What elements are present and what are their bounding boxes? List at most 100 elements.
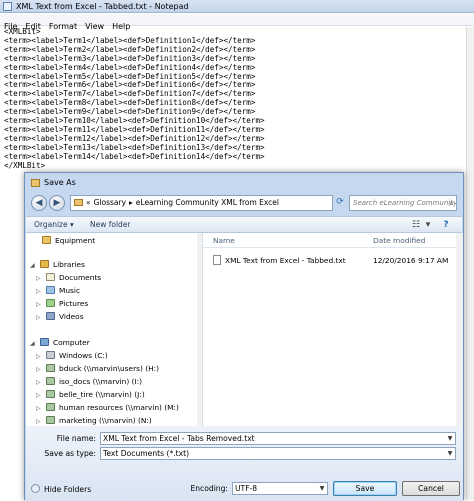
text-line: </XMLBit> [4, 160, 46, 170]
network-drive-icon [46, 390, 55, 398]
expand-icon[interactable]: ▷ [36, 311, 44, 324]
encoding-label: Encoding: [190, 484, 228, 493]
tree-item-label: Documents [59, 273, 102, 282]
chevron-down-icon[interactable]: ▼ [317, 483, 327, 494]
navigation-pane: Equipment ◢ Libraries ▷ Documents ▷ Music ▷… [26, 233, 203, 426]
column-headers: Name Date modified [203, 233, 462, 248]
organize-button[interactable]: Organize ▾ [34, 218, 74, 232]
file-name-label: File name: [56, 434, 96, 443]
tree-item-label: belle_tire (\\marvin) (J:) [59, 390, 145, 399]
save-as-dialog: Save As ◀ ▶ «Glossary ▸ eLearning Communit… [24, 172, 464, 501]
column-header-name[interactable]: Name [213, 235, 235, 246]
drive-icon [46, 351, 55, 359]
chevron-down-icon[interactable]: ▼ [445, 448, 455, 459]
file-name: XML Text from Excel - Tabbed.txt [225, 256, 346, 265]
save-as-type-select[interactable]: Text Documents (*.txt) ▼ [100, 447, 456, 460]
notepad-menu-bar: File Edit Format View Help [0, 14, 474, 31]
chevron-down-icon[interactable]: ▼ [445, 433, 455, 444]
hide-folders-label: Hide Folders [44, 485, 92, 494]
file-row[interactable]: XML Text from Excel - Tabbed.txt 12/20/2… [213, 254, 453, 268]
documents-icon [46, 273, 55, 281]
hide-folders-button[interactable]: Hide Folders [31, 484, 91, 496]
tree-item-belle-tire-drive[interactable]: ▷ belle_tire (\\marvin) (J:) [36, 388, 145, 401]
tree-item-music[interactable]: ▷ Music [36, 284, 80, 297]
tree-item-human-resources-drive[interactable]: ▷ human resources (\\marvin) (M:) [36, 401, 179, 414]
tree-item-documents[interactable]: ▷ Documents [36, 271, 101, 284]
file-name-value: XML Text from Excel - Tabs Removed.txt [103, 434, 255, 443]
dialog-title: Save As [44, 178, 76, 187]
refresh-icon[interactable]: ⟳ [332, 195, 348, 211]
encoding-select[interactable]: UTF-8 ▼ [232, 482, 328, 495]
breadcrumb-current[interactable]: eLearning Community XML from Excel [136, 198, 279, 207]
save-options-panel: File name: XML Text from Excel - Tabs Re… [26, 426, 463, 501]
search-icon[interactable]: ⌕ [449, 197, 454, 210]
back-button[interactable]: ◀ [31, 195, 47, 211]
libraries-icon [40, 260, 49, 268]
navigation-bar: ◀ ▶ «Glossary ▸ eLearning Community XML fr… [29, 194, 459, 216]
file-list-scrollbar[interactable] [456, 233, 463, 426]
forward-button[interactable]: ▶ [49, 195, 65, 211]
tree-item-label: Computer [53, 338, 90, 347]
text-file-icon [213, 255, 221, 265]
tree-item-label: human resources (\\marvin) (M:) [59, 403, 179, 412]
file-list: Name Date modified XML Text from Excel -… [203, 233, 462, 426]
breadcrumb-separator[interactable]: ▸ [129, 198, 133, 207]
network-drive-icon [46, 403, 55, 411]
tree-item-label: bduck (\\marvin\users) (H:) [59, 364, 160, 373]
address-bar[interactable]: «Glossary ▸ eLearning Community XML from E… [70, 195, 333, 211]
notepad-text-area[interactable]: <XMLBit> <term><label>Term1</label><def>D… [4, 27, 464, 171]
command-toolbar: Organize ▾ New folder ☷ ▾ ? [26, 216, 462, 233]
help-icon[interactable]: ? [440, 219, 452, 231]
network-drive-icon [46, 416, 55, 424]
save-as-type-label: Save as type: [44, 449, 96, 458]
tree-item-label: iso_docs (\\marvin) (I:) [59, 377, 143, 386]
tree-item-label: Pictures [59, 299, 89, 308]
view-dropdown-icon[interactable]: ▾ [422, 219, 434, 231]
chevron-up-icon [31, 484, 40, 493]
music-icon [46, 286, 55, 294]
search-placeholder: Search eLearning Community ... [353, 199, 457, 207]
expand-icon[interactable]: ▷ [36, 415, 44, 426]
tree-item-label: Windows (C:) [59, 351, 108, 360]
videos-icon [46, 312, 55, 320]
pictures-icon [46, 299, 55, 307]
tree-item-bduck-drive[interactable]: ▷ bduck (\\marvin\users) (H:) [36, 362, 159, 375]
tree-item-computer[interactable]: ◢ Computer [30, 336, 90, 349]
save-button[interactable]: Save [333, 481, 397, 496]
tree-item-pictures[interactable]: ▷ Pictures [36, 297, 88, 310]
tree-item-label: Libraries [53, 260, 85, 269]
column-header-date[interactable]: Date modified [373, 235, 425, 246]
tree-item-label: Equipment [55, 236, 96, 245]
tree-item-marketing-drive[interactable]: ▷ marketing (\\marvin) (N:) [36, 414, 152, 426]
notepad-title-bar[interactable]: XML Text from Excel - Tabbed.txt - Notep… [0, 0, 474, 13]
tree-item-libraries[interactable]: ◢ Libraries [30, 258, 85, 271]
save-as-type-value: Text Documents (*.txt) [103, 449, 190, 458]
breadcrumb-glossary[interactable]: Glossary [94, 198, 126, 207]
address-overflow[interactable]: « [86, 198, 91, 207]
notepad-title: XML Text from Excel - Tabbed.txt - Notep… [16, 2, 189, 11]
cancel-button[interactable]: Cancel [402, 481, 460, 496]
tree-item-label: marketing (\\marvin) (N:) [59, 416, 152, 425]
view-options-icon[interactable]: ☷ [410, 219, 422, 231]
encoding-value: UTF-8 [235, 484, 258, 493]
dialog-title-bar[interactable]: Save As [25, 173, 463, 193]
new-folder-button[interactable]: New folder [90, 218, 131, 232]
tree-item-label: Music [59, 286, 81, 295]
network-drive-icon [46, 377, 55, 385]
folder-icon [31, 179, 40, 187]
file-date: 12/20/2016 9:17 AM [373, 256, 449, 265]
folder-icon [74, 199, 83, 206]
folder-icon [42, 236, 51, 244]
notepad-scrollbar[interactable] [466, 27, 474, 500]
tree-item-label: Videos [59, 312, 84, 321]
tree-item-videos[interactable]: ▷ Videos [36, 310, 84, 323]
tree-item-windows-drive[interactable]: ▷ Windows (C:) [36, 349, 108, 362]
file-name-input[interactable]: XML Text from Excel - Tabs Removed.txt ▼ [100, 432, 456, 445]
network-drive-icon [46, 364, 55, 372]
search-input[interactable]: Search eLearning Community ... ⌕ [349, 195, 457, 211]
notepad-icon [3, 2, 12, 11]
tree-item-equipment[interactable]: Equipment [42, 234, 95, 247]
computer-icon [40, 338, 49, 346]
tree-item-iso-docs-drive[interactable]: ▷ iso_docs (\\marvin) (I:) [36, 375, 142, 388]
text-line: <term><label>Term14</label><def>Definiti… [4, 151, 265, 161]
